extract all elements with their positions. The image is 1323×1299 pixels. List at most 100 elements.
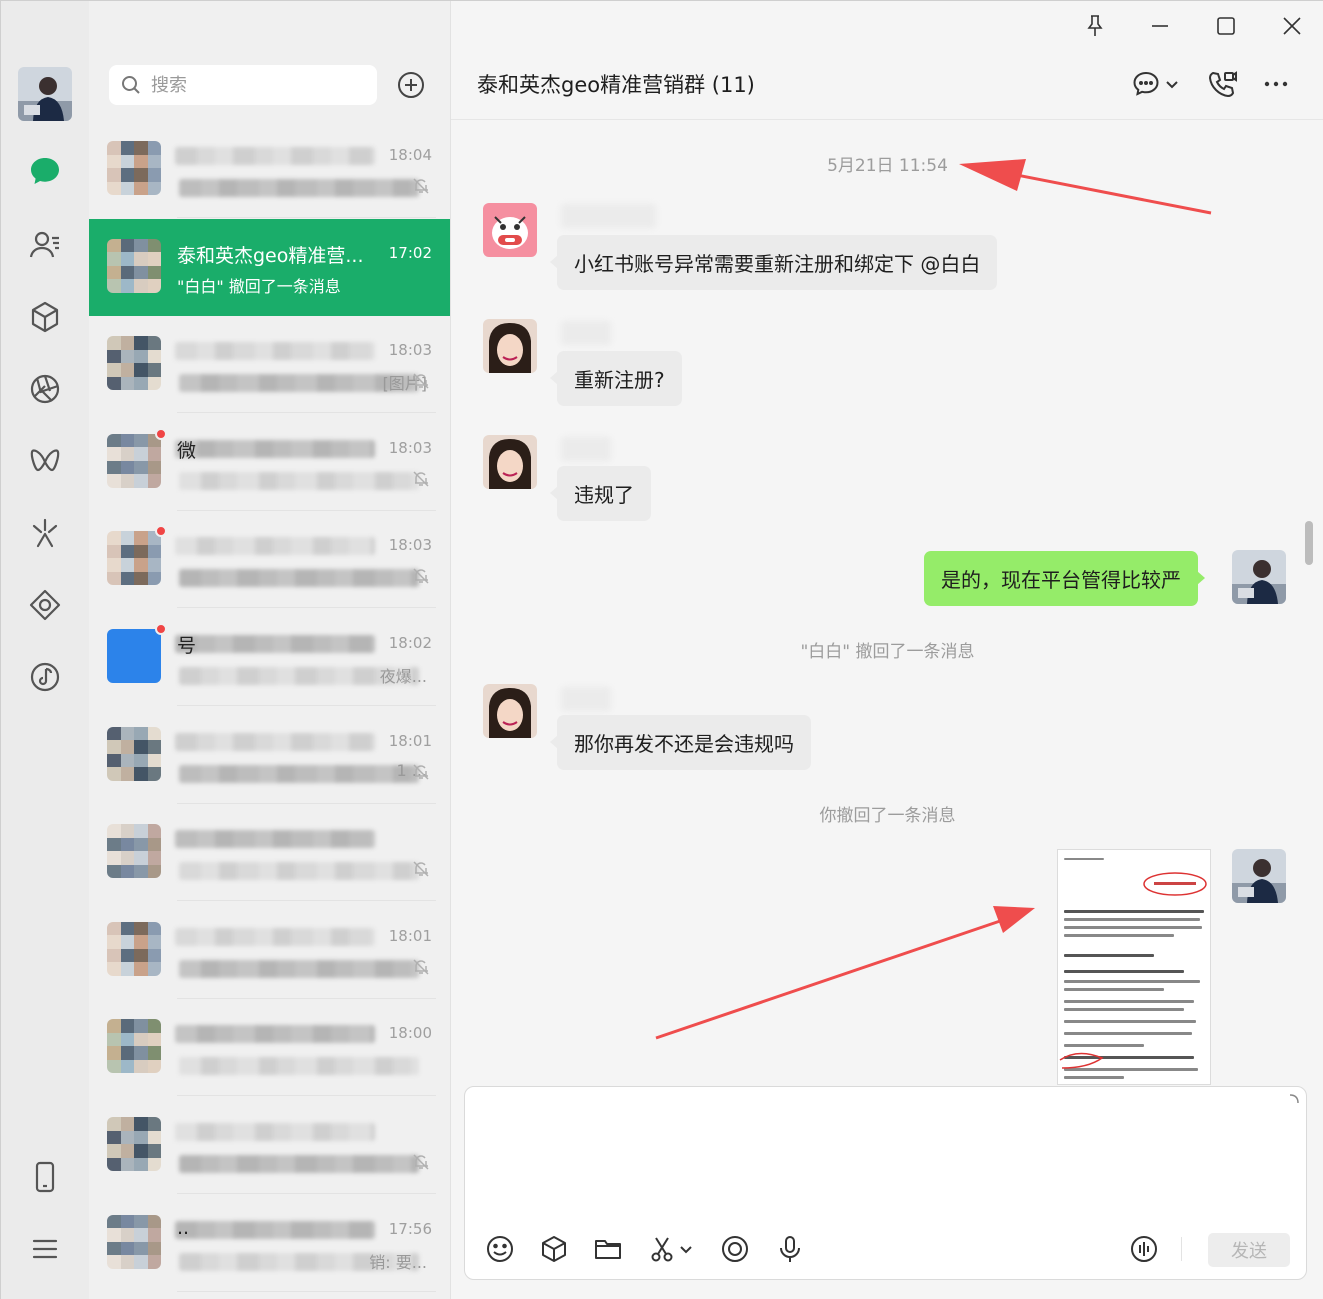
my-avatar[interactable] xyxy=(18,67,72,121)
music-icon[interactable] xyxy=(25,657,65,697)
image-message-document[interactable] xyxy=(1057,849,1211,1085)
conversation-divider xyxy=(177,1290,436,1292)
member-avatar-baibai[interactable] xyxy=(483,435,537,489)
contacts-icon[interactable] xyxy=(25,225,65,265)
conversation-time: 18:01 xyxy=(388,926,432,945)
conversation-avatar xyxy=(107,726,161,781)
message-bubble[interactable]: 那你再发不还是会违规吗 xyxy=(550,715,811,770)
privacy-blur xyxy=(175,147,375,165)
conversation-item[interactable]: 18:03 xyxy=(89,511,450,609)
add-chat-icon[interactable] xyxy=(397,71,425,99)
conversation-time: 18:03 xyxy=(388,341,432,360)
conversation-list: 18:04 泰和英杰geo精准营... "白白" 撤回了一条消息 17:02 [图片] 1… xyxy=(89,1,450,1299)
pin-icon[interactable] xyxy=(1082,13,1108,39)
mute-bell-icon xyxy=(413,959,429,975)
moments-icon[interactable] xyxy=(25,369,65,409)
close-icon[interactable] xyxy=(1279,13,1305,39)
privacy-blur xyxy=(175,830,375,849)
search-box[interactable] xyxy=(109,65,377,105)
member-avatar-baibai[interactable] xyxy=(483,319,537,373)
conversation-item[interactable]: 1 ... 18:01 xyxy=(89,707,450,804)
conversation-item[interactable]: 微 18:03 xyxy=(89,414,450,511)
privacy-blur xyxy=(175,732,375,751)
privacy-blur xyxy=(175,342,375,361)
conversation-item[interactable]: .. 销: 要... 17:56 xyxy=(89,1195,450,1292)
privacy-blur xyxy=(175,927,375,946)
favorites-cube-icon[interactable] xyxy=(25,297,65,337)
mute-bell-icon xyxy=(413,764,429,780)
self-avatar[interactable] xyxy=(1232,849,1286,903)
self-avatar[interactable] xyxy=(1232,550,1286,604)
minimize-icon[interactable] xyxy=(1147,13,1173,39)
call-icon[interactable] xyxy=(1207,69,1237,99)
privacy-blur xyxy=(179,569,419,588)
conversation-item[interactable] xyxy=(89,1097,450,1194)
conversation-time: 18:03 xyxy=(388,438,432,457)
conversation-avatar xyxy=(107,1019,161,1074)
resize-handle-icon[interactable] xyxy=(1288,1093,1300,1105)
favorites-cube-icon[interactable] xyxy=(539,1234,569,1264)
conversation-item[interactable]: [图片] 18:03 xyxy=(89,316,450,414)
self-message-bubble[interactable]: 是的，现在平台管得比较严 xyxy=(924,551,1205,606)
conversation-item[interactable]: 泰和英杰geo精准营... "白白" 撤回了一条消息 17:02 xyxy=(89,218,450,316)
message-bubble[interactable]: 小红书账号异常需要重新注册和绑定下 @白白 xyxy=(549,235,998,290)
privacy-blur xyxy=(179,1057,419,1076)
menu-icon[interactable] xyxy=(25,1229,65,1269)
message-bubble[interactable]: 违规了 xyxy=(550,466,651,521)
member-name-blurred xyxy=(561,321,611,345)
conversation-item[interactable]: 18:04 xyxy=(89,121,450,218)
member-avatar-pig[interactable] xyxy=(483,203,537,257)
maximize-icon[interactable] xyxy=(1213,13,1239,39)
chat-bubble-icon[interactable] xyxy=(1131,69,1161,99)
conversation-avatar xyxy=(107,433,161,488)
emoji-icon[interactable] xyxy=(485,1234,515,1264)
unread-dot xyxy=(155,623,167,635)
member-avatar-baibai[interactable] xyxy=(483,684,537,738)
member-name-blurred xyxy=(561,204,656,228)
conversation-avatar xyxy=(107,1117,161,1171)
chevron-down-icon[interactable] xyxy=(1165,69,1179,99)
live-icon[interactable] xyxy=(720,1234,750,1264)
conversation-name: 泰和英杰geo精准营... xyxy=(177,244,364,267)
more-icon[interactable] xyxy=(1261,69,1291,99)
conversation-item[interactable]: 18:01 xyxy=(89,902,450,999)
chat-icon[interactable] xyxy=(25,151,65,191)
mute-bell-icon xyxy=(413,1154,429,1170)
discover-icon[interactable] xyxy=(25,513,65,553)
microphone-icon[interactable] xyxy=(775,1234,805,1264)
send-button[interactable]: 发送 xyxy=(1208,1233,1290,1267)
privacy-blur xyxy=(175,537,375,556)
privacy-blur xyxy=(179,1155,419,1173)
phone-icon[interactable] xyxy=(25,1157,65,1197)
mini-programs-icon[interactable] xyxy=(25,585,65,625)
conversation-avatar xyxy=(107,531,161,586)
member-name-blurred xyxy=(561,437,611,461)
conversation-avatar xyxy=(107,629,161,683)
member-name-blurred xyxy=(561,687,611,711)
chevron-down-icon[interactable] xyxy=(679,1234,693,1264)
channels-icon[interactable] xyxy=(25,441,65,481)
conversation-item[interactable]: 号夜爆... 18:02 xyxy=(89,609,450,706)
mute-bell-icon xyxy=(413,373,429,389)
mute-bell-icon xyxy=(413,178,429,194)
mute-bell-icon xyxy=(413,861,429,877)
message-input-box[interactable]: 发送 xyxy=(464,1086,1307,1280)
chat-title: 泰和英杰geo精准营销群 (11) xyxy=(477,73,755,97)
search-icon xyxy=(122,76,140,94)
search-input[interactable] xyxy=(151,74,351,96)
conversation-time: 18:04 xyxy=(388,146,432,164)
conversation-avatar xyxy=(107,238,161,293)
conversation-time: 18:02 xyxy=(388,634,432,652)
conversation-preview: 销: 要... xyxy=(369,1252,427,1272)
folder-icon[interactable] xyxy=(593,1234,623,1264)
message-bubble[interactable]: 重新注册? xyxy=(550,351,682,406)
voice-input-icon[interactable] xyxy=(1129,1234,1159,1264)
conversation-item[interactable] xyxy=(89,804,450,902)
chat-scrollbar[interactable] xyxy=(1305,521,1313,565)
conversation-item[interactable]: 18:00 xyxy=(89,999,450,1097)
screenshot-scissors-icon[interactable] xyxy=(647,1234,677,1264)
message-textarea[interactable] xyxy=(479,1097,1289,1217)
conversation-preview: [图片] xyxy=(382,374,428,394)
privacy-blur xyxy=(179,179,419,197)
conversation-avatar xyxy=(107,824,161,879)
